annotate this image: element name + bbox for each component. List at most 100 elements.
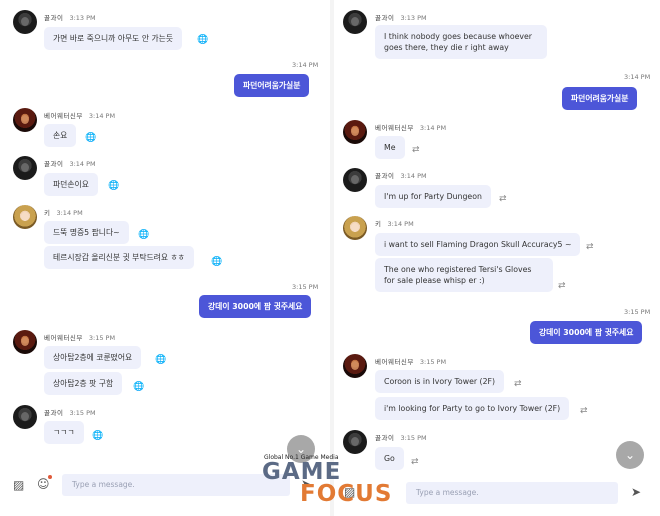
message-time: 3:13 PM — [69, 14, 96, 22]
message-time: 3:14 PM — [88, 112, 116, 120]
message-meta: 베어웨터신부 3:15 PM — [44, 332, 115, 342]
emoji-icon[interactable]: ☺ — [37, 477, 50, 491]
avatar[interactable] — [343, 430, 367, 454]
globe-icon[interactable]: 🌐 — [211, 258, 222, 267]
message-time: 3:15 PM — [419, 358, 447, 366]
swap-icon[interactable]: ⇄ — [586, 243, 594, 252]
message-time: 3:14 PM — [624, 73, 651, 81]
sender-name: 꿀과이 — [375, 172, 395, 180]
message-bubble: 파던손이요 — [44, 173, 98, 196]
sender-name: 베어웨터신부 — [375, 124, 414, 132]
globe-icon[interactable]: 🌐 — [133, 383, 144, 392]
message-meta: 베어웨터신부 3:14 PM — [375, 122, 446, 132]
sender-name: 꿀과이 — [44, 409, 64, 417]
message-meta: 꿀과이 3:15 PM — [44, 407, 96, 417]
sender-name: 베어웨터신부 — [44, 334, 83, 342]
globe-icon[interactable]: 🌐 — [92, 432, 103, 441]
chat-panel-translated: 꿀과이 3:13 PM I think nobody goes because w… — [334, 0, 660, 516]
chat-panel-original: 꿀과이 3:13 PM 가면 바로 죽으니까 아무도 안 가는듯 🌐 3:14 P… — [0, 0, 330, 516]
message-time: 3:14 PM — [400, 172, 427, 180]
message-time: 3:14 PM — [292, 61, 319, 69]
message-time: 3:14 PM — [387, 220, 414, 228]
message-bubble: 상아탑2층 팟 구함 — [44, 372, 123, 395]
sender-name: 꿀과이 — [375, 14, 395, 22]
message-bubble: 테르시장갑 올리신분 귓 부탁드려요 ㅎㅎ — [44, 246, 194, 269]
swap-icon[interactable]: ⇄ — [580, 407, 588, 416]
avatar[interactable] — [343, 10, 367, 34]
message-time: 3:15 PM — [88, 334, 116, 342]
message-time: 3:13 PM — [400, 14, 427, 22]
sender-name: 꿀과이 — [44, 160, 64, 168]
send-icon[interactable]: ➤ — [631, 485, 641, 499]
my-message-bubble: 강데이 3000에 팜 귓주세요 — [199, 295, 312, 318]
message-meta: 키 3:14 PM — [44, 207, 83, 217]
swap-icon[interactable]: ⇄ — [558, 282, 566, 291]
avatar[interactable] — [13, 330, 37, 354]
message-time: 3:15 PM — [69, 409, 96, 417]
swap-icon[interactable]: ⇄ — [412, 146, 420, 155]
notification-dot — [48, 475, 52, 479]
avatar[interactable] — [343, 168, 367, 192]
avatar[interactable] — [13, 108, 37, 132]
message-bubble: I think nobody goes because whoever goes… — [375, 25, 547, 59]
message-meta: 꿀과이 3:13 PM — [375, 12, 427, 22]
swap-icon[interactable]: ⇄ — [499, 195, 507, 204]
message-time: 3:15 PM — [292, 283, 319, 291]
my-message-bubble: 파던어려움가실분 — [234, 74, 310, 97]
message-input[interactable]: Type a message. — [62, 474, 290, 496]
globe-icon[interactable]: 🌐 — [197, 36, 208, 45]
globe-icon[interactable]: 🌐 — [108, 182, 119, 191]
chat-comparison: 꿀과이 3:13 PM 가면 바로 죽으니까 아무도 안 가는듯 🌐 3:14 P… — [0, 0, 660, 516]
message-bubble: 손요 — [44, 124, 77, 147]
message-bubble: 드뚝 명증5 팝니다~ — [44, 221, 129, 244]
message-bubble: ㄱㄱㄱ — [44, 421, 84, 444]
message-bubble: i want to sell Flaming Dragon Skull Accu… — [375, 233, 581, 256]
message-bubble: I'm up for Party Dungeon — [375, 185, 491, 208]
message-time: 3:14 PM — [69, 160, 96, 168]
globe-icon[interactable]: 🌐 — [155, 356, 166, 365]
avatar[interactable] — [343, 354, 367, 378]
message-bubble: Coroon is in Ivory Tower (2F) — [375, 370, 505, 393]
message-meta: 꿀과이 3:14 PM — [44, 158, 96, 168]
sender-name: 꿀과이 — [44, 14, 64, 22]
image-icon[interactable]: ▨ — [13, 478, 24, 492]
message-time: 3:14 PM — [56, 209, 83, 217]
avatar[interactable] — [13, 156, 37, 180]
message-meta: 꿀과이 3:13 PM — [44, 12, 96, 22]
chevron-down-icon[interactable]: ⌄ — [616, 441, 644, 469]
message-time: 3:14 PM — [419, 124, 447, 132]
my-message-bubble: 파던어려움가실분 — [562, 87, 638, 110]
message-bubble: i'm looking for Party to go to Ivory Tow… — [375, 397, 570, 420]
message-meta: 꿀과이 3:14 PM — [375, 170, 427, 180]
sender-name: 베어웨터신부 — [375, 358, 414, 366]
avatar[interactable] — [343, 216, 367, 240]
chevron-down-icon[interactable]: ⌄ — [287, 435, 315, 463]
message-meta: 베어웨터신부 3:15 PM — [375, 356, 446, 366]
my-message-bubble: 강데이 3000에 팜 귓주세요 — [530, 321, 643, 344]
message-bubble: 상아탑2층에 코룬떴어요 — [44, 346, 142, 369]
message-input[interactable]: Type a message. — [406, 482, 618, 504]
sender-name: 꿀과이 — [375, 434, 395, 442]
message-bubble: Go — [375, 447, 404, 470]
swap-icon[interactable]: ⇄ — [411, 458, 419, 467]
message-bubble: The one who registered Tersi's Gloves fo… — [375, 258, 553, 292]
avatar[interactable] — [13, 205, 37, 229]
message-meta: 꿀과이 3:15 PM — [375, 432, 427, 442]
message-meta: 키 3:14 PM — [375, 218, 414, 228]
message-bubble: 가면 바로 죽으니까 아무도 안 가는듯 — [44, 27, 182, 50]
image-icon[interactable]: ▨ — [344, 485, 355, 499]
avatar[interactable] — [13, 405, 37, 429]
avatar[interactable] — [13, 10, 37, 34]
message-meta: 베어웨터신부 3:14 PM — [44, 110, 115, 120]
send-icon[interactable]: ➤ — [301, 477, 311, 491]
sender-name: 키 — [375, 220, 382, 228]
message-time: 3:15 PM — [624, 308, 651, 316]
globe-icon[interactable]: 🌐 — [138, 231, 149, 240]
swap-icon[interactable]: ⇄ — [514, 380, 522, 389]
globe-icon[interactable]: 🌐 — [85, 134, 96, 143]
sender-name: 키 — [44, 209, 51, 217]
message-bubble: Me — [375, 136, 405, 159]
sender-name: 베어웨터신부 — [44, 112, 83, 120]
avatar[interactable] — [343, 120, 367, 144]
message-time: 3:15 PM — [400, 434, 427, 442]
